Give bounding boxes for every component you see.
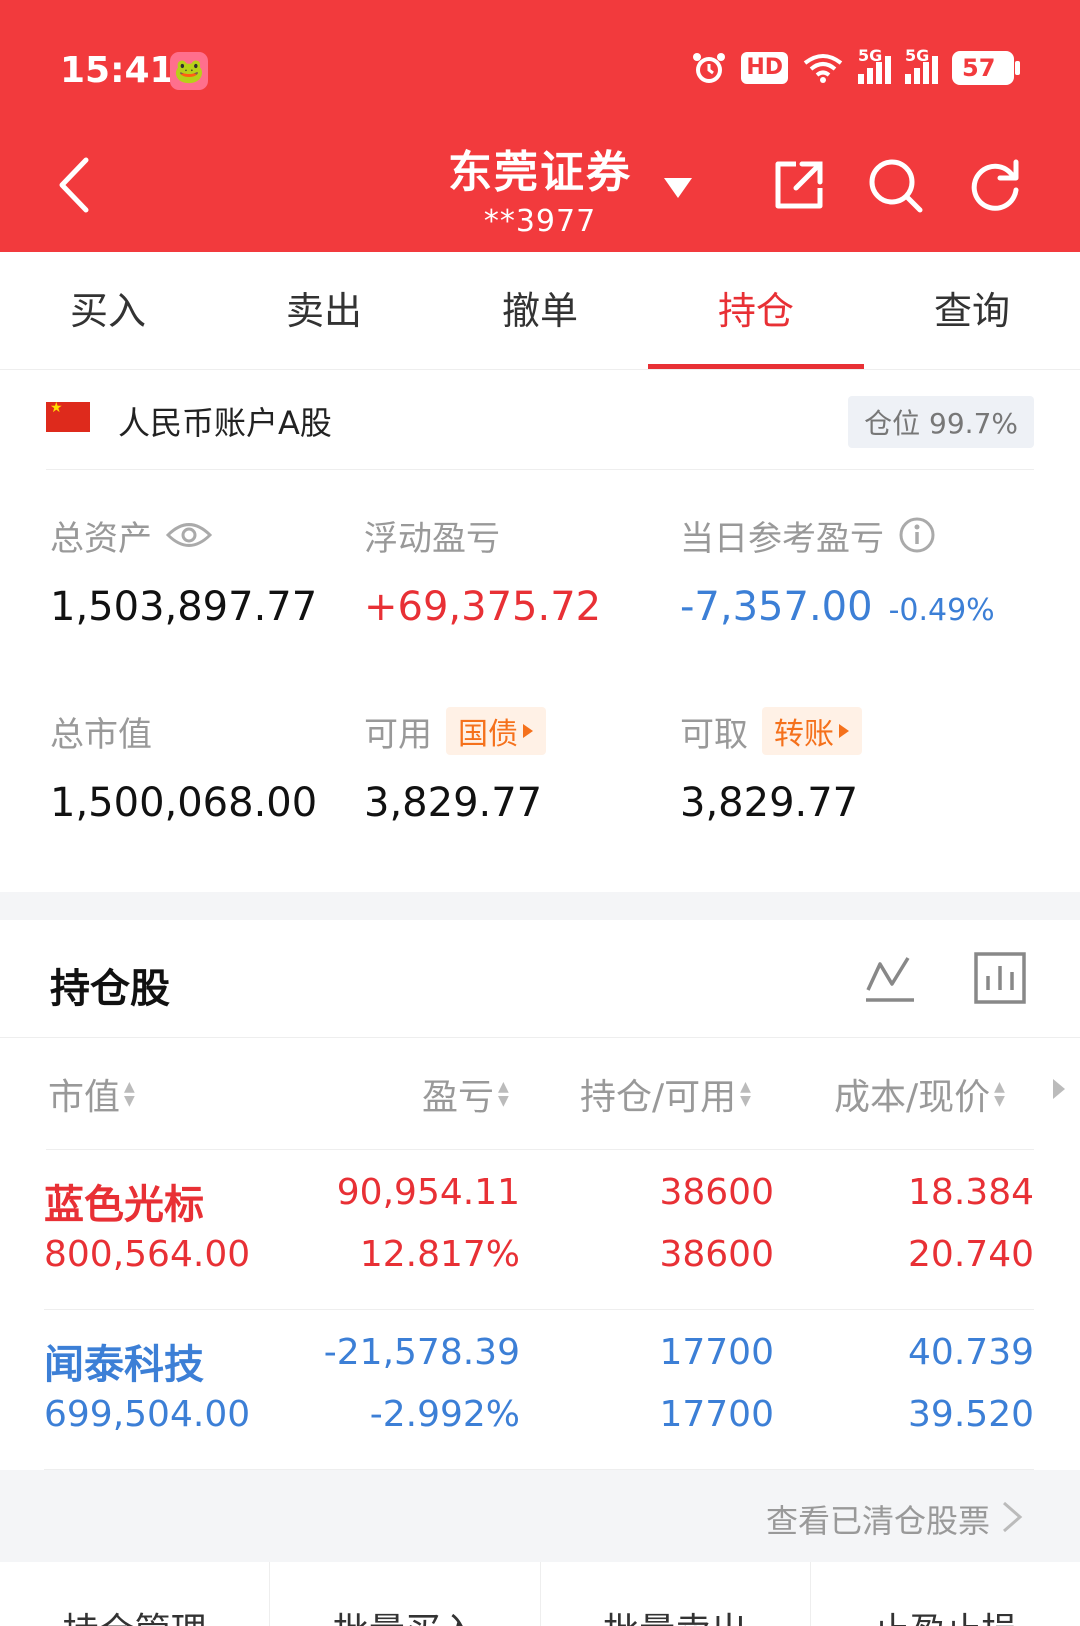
stock-price: 20.740 [908,1234,1034,1275]
bottom-action-bar: 持仓管理 批量买入 批量卖出 止盈止损 [0,1562,1080,1626]
cleared-stocks-link[interactable]: 查看已清仓股票 [0,1470,1080,1562]
stop-profit-loss-button[interactable]: 止盈止损 [811,1562,1080,1626]
total-assets-cell: 总资产 1,503,897.77 [50,512,380,631]
sort-icon: ▲ ▼ [124,1079,135,1109]
column-pl[interactable]: 盈亏 ▲ ▼ [422,1068,509,1120]
stock-name: 闻泰科技 [44,1342,204,1388]
stock-available: 38600 [659,1234,774,1275]
search-icon[interactable] [866,156,924,214]
status-icons: HD 5G 5G 57 [691,46,1020,86]
caret-down-icon[interactable] [662,176,694,200]
refresh-icon[interactable] [966,156,1024,214]
eye-icon[interactable] [166,520,212,550]
tab-query[interactable]: 查询 [864,252,1080,369]
available-value: 3,829.77 [364,780,543,826]
holdings-title: 持仓股 [50,966,170,1012]
stock-position: 17700 [659,1332,774,1373]
stock-pl-percent: 12.817% [359,1234,520,1275]
withdrawable-label: 可取 [680,714,748,755]
floating-pl-cell: 浮动盈亏 +69,375.72 [364,512,694,631]
caret-right-icon [523,724,533,738]
batch-buy-button[interactable]: 批量买入 [270,1562,541,1626]
battery-icon: 57 [952,51,1020,85]
chevron-right-icon [1003,1501,1023,1533]
market-value-value: 1,500,068.00 [50,780,318,826]
holdings-header: 持仓股 [0,920,1080,1038]
bar-chart-icon[interactable] [972,950,1028,1006]
china-flag-icon [46,400,90,432]
stock-pl-percent: -2.992% [369,1394,520,1435]
total-assets-label: 总资产 [50,518,152,559]
stock-name: 蓝色光标 [44,1182,204,1228]
notification-app-icon: 🐸 [170,52,208,90]
status-time: 15:41 [60,50,175,91]
tab-buy[interactable]: 买入 [0,252,216,369]
withdrawable-value: 3,829.77 [680,780,859,826]
status-bar: 15:41 🐸 HD 5G 5G 57 [0,40,1080,104]
stock-position: 38600 [659,1172,774,1213]
batch-sell-button[interactable]: 批量卖出 [541,1562,811,1626]
account-type-label: 人民币账户A股 [118,404,332,442]
column-cost-price[interactable]: 成本/现价 ▲ ▼ [834,1068,1005,1120]
tab-sell[interactable]: 卖出 [216,252,432,369]
available-label: 可用 [364,714,432,755]
wifi-icon [802,52,844,84]
daily-pl-value: -7,357.00 [680,584,873,630]
column-market-value[interactable]: 市值 ▲ ▼ [48,1068,135,1120]
holdings-column-headers: 市值 ▲ ▼ 盈亏 ▲ ▼ 持仓/可用 ▲ ▼ 成本/现价 ▲ ▼ [46,1038,1065,1150]
market-value-cell: 总市值 1,500,068.00 [50,708,380,827]
account-row: 人民币账户A股 仓位 99.7% [46,396,1034,470]
stock-cost: 40.739 [908,1332,1034,1373]
floating-pl-value: +69,375.72 [364,584,602,630]
alarm-icon [691,50,727,86]
daily-pl-percent: -0.49% [888,593,995,628]
sort-icon: ▲ ▼ [498,1079,509,1109]
section-divider [0,892,1080,920]
stock-pl: -21,578.39 [323,1332,520,1373]
total-assets-value: 1,503,897.77 [50,584,318,630]
sort-icon: ▲ ▼ [740,1079,751,1109]
app-header: 15:41 🐸 HD 5G 5G 57 东莞证券 **3977 [0,0,1080,252]
tab-cancel[interactable]: 撤单 [432,252,648,369]
transfer-button[interactable]: 转账 [762,707,862,755]
stock-market-value: 800,564.00 [44,1234,251,1275]
stock-available: 17700 [659,1394,774,1435]
scroll-right-icon[interactable] [1052,1078,1066,1100]
withdrawable-cell: 可取 转账 3,829.77 [680,707,1010,826]
table-row[interactable]: 闻泰科技 699,504.00 -21,578.39 -2.992% 17700… [44,1310,1034,1470]
cleared-stocks-label: 查看已清仓股票 [765,1502,990,1540]
available-cell: 可用 国债 3,829.77 [364,707,694,826]
trade-tabs: 买入 卖出 撤单 持仓 查询 [0,252,1080,370]
column-position-available[interactable]: 持仓/可用 ▲ ▼ [580,1068,751,1120]
sort-icon: ▲ ▼ [994,1079,1005,1109]
table-row[interactable]: 蓝色光标 800,564.00 90,954.11 12.817% 38600 … [44,1150,1034,1310]
nav-bar: 东莞证券 **3977 [0,130,1080,240]
tab-positions[interactable]: 持仓 [648,252,864,369]
stock-market-value: 699,504.00 [44,1394,251,1435]
info-icon[interactable] [898,516,936,554]
signal-5g-icon-1: 5G [858,46,891,84]
stock-pl: 90,954.11 [336,1172,520,1213]
market-value-label: 总市值 [50,714,152,755]
caret-right-icon [839,724,849,738]
daily-pl-label: 当日参考盈亏 [680,518,884,559]
position-ratio-badge: 仓位 99.7% [848,396,1034,448]
signal-5g-icon-2: 5G [905,46,938,84]
floating-pl-label: 浮动盈亏 [364,518,500,559]
treasury-bond-button[interactable]: 国债 [446,707,546,755]
hd-icon: HD [741,52,788,84]
stock-price: 39.520 [908,1394,1034,1435]
stock-cost: 18.384 [908,1172,1034,1213]
daily-pl-cell: 当日参考盈亏 -7,357.00 -0.49% [680,512,1040,630]
trend-chart-icon[interactable] [862,950,918,1006]
share-icon[interactable] [770,156,828,214]
position-management-button[interactable]: 持仓管理 [0,1562,271,1626]
